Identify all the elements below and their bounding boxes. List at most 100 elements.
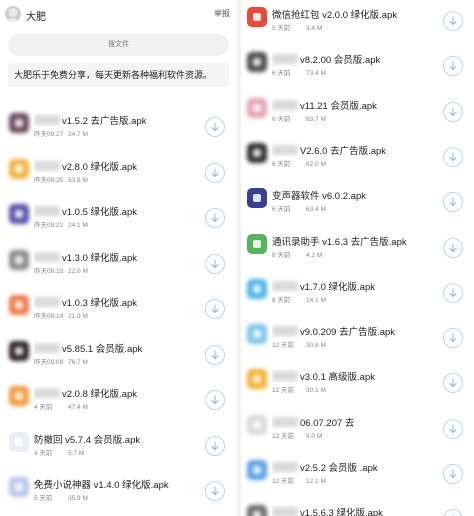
file-row[interactable]: v1.3.0 绿化版.apk 昨天09:15 22.0 M: [0, 244, 237, 284]
file-name[interactable]: v9.0.209 去广告版.apk: [272, 324, 395, 338]
file-name[interactable]: v1.0.3 绿化版.apk: [34, 295, 137, 309]
download-button[interactable]: [443, 509, 463, 516]
file-name-text: v2.5.2 会员版 .apk: [300, 463, 378, 474]
file-row[interactable]: v1.0.5 绿化版.apk 昨天09:22 24.1 M: [0, 198, 237, 238]
file-row[interactable]: 通讯录助手 v1.6.3 去广告版.apk 8 天前 4.2 M: [241, 228, 474, 268]
app-icon: [9, 386, 29, 406]
download-arrow-icon: [449, 424, 457, 433]
file-row[interactable]: v1.0.3 绿化版.apk 昨天09:14 21.9 M: [0, 289, 237, 329]
file-row[interactable]: v2.0.8 绿化版.apk 4 天前 47.4 M: [0, 380, 237, 420]
download-arrow-icon: [211, 486, 219, 496]
upload-time: 6 天前: [272, 206, 291, 214]
file-name-text: v1.5.2 去广告版.apk: [62, 116, 147, 127]
search-input[interactable]: 搜文件: [8, 34, 229, 56]
download-button[interactable]: [205, 253, 225, 274]
file-row[interactable]: v1.5.6.3 绿化版.apk: [241, 499, 474, 516]
file-name-text: v9.0.209 去广告版.apk: [300, 327, 396, 339]
file-row[interactable]: 06.07.207 去 12 天前 9.0 M: [241, 409, 474, 449]
file-row[interactable]: v3.0.1 高级版.apk 12 天前 30.1 M: [241, 363, 474, 403]
file-row[interactable]: v8.2.00 会员版.apk 6 天前 73.4 M: [241, 46, 474, 86]
file-name[interactable]: 变声器软件 v6.0.2.apk: [272, 188, 366, 202]
file-name[interactable]: 微信抢红包 v2.0.0 绿化版.apk: [272, 7, 397, 21]
download-button[interactable]: [443, 237, 463, 258]
download-button[interactable]: [443, 464, 463, 484]
app-icon: [247, 142, 267, 163]
file-row[interactable]: V2.6.0 去广告版.apk 6 天前 62.0 M: [241, 137, 474, 177]
download-arrow-icon: [211, 259, 219, 268]
download-button[interactable]: [205, 299, 225, 319]
download-button[interactable]: [443, 192, 463, 213]
download-button[interactable]: [443, 146, 463, 167]
file-name[interactable]: v3.0.1 高级版.apk: [272, 369, 375, 383]
download-button[interactable]: [205, 435, 225, 456]
file-row[interactable]: 免费小说神器 v1.4.0 绿化版.apk 5 天前 35.9 M: [0, 471, 237, 511]
redacted-name-mask: [34, 160, 60, 171]
app-icon: [9, 477, 29, 497]
upload-time: 5 天前: [34, 495, 53, 502]
download-button[interactable]: [443, 11, 463, 31]
file-meta: 昨天09:27 24.7 M: [34, 128, 88, 138]
download-button[interactable]: [443, 101, 463, 122]
file-row[interactable]: v5.85.1 会员版.apk 昨天09:09 76.7 M: [0, 335, 237, 375]
file-row[interactable]: 防撤回 v5.7.4 会员版.apk 4 天前 5.7 M: [0, 426, 237, 466]
download-button[interactable]: [205, 481, 225, 501]
download-arrow-icon: [449, 61, 457, 71]
file-name[interactable]: v1.5.2 去广告版.apk: [34, 113, 146, 127]
file-name[interactable]: v1.3.0 绿化版.apk: [34, 250, 137, 264]
file-name[interactable]: 通讯录助手 v1.6.3 去广告版.apk: [272, 234, 407, 248]
file-name-text: v11.21 会员版.apk: [300, 100, 377, 112]
file-name-text: 06.07.207 去: [300, 417, 355, 429]
file-meta: 4 天前 47.4 M: [34, 401, 88, 411]
file-name[interactable]: 防撤回 v5.7.4 会员版.apk: [34, 432, 140, 446]
file-name[interactable]: v2.5.2 会员版 .apk: [272, 460, 378, 474]
file-name[interactable]: 06.07.207 去: [272, 415, 354, 429]
upload-time: 6 天前: [272, 115, 291, 123]
file-meta: 12 天前 12.1 M: [272, 475, 326, 485]
download-arrow-icon: [449, 243, 457, 252]
file-row[interactable]: v11.21 会员版.apk 6 天前 83.7 M: [241, 92, 474, 132]
file-row[interactable]: 微信抢红包 v2.0.0 绿化版.apk 5 天前 3.4 M: [241, 1, 474, 41]
download-button[interactable]: [443, 328, 463, 349]
download-button[interactable]: [205, 208, 225, 228]
download-button[interactable]: [443, 373, 463, 394]
file-row[interactable]: v2.5.2 会员版 .apk 12 天前 12.1 M: [241, 454, 474, 494]
file-name-text: v1.3.0 绿化版.apk: [62, 252, 137, 264]
left-panel: 大肥 举报 搜文件 大肥乐于免费分享，每天更新各种福利软件资源。 v1.5.2 …: [0, 0, 237, 516]
file-name[interactable]: v5.85.1 会员版.apk: [34, 341, 142, 355]
file-name[interactable]: v2.8.0 绿化版.apk: [34, 159, 137, 173]
file-size: 30.8 M: [306, 342, 326, 350]
file-name[interactable]: v2.0.8 绿化版.apk: [34, 386, 137, 400]
download-button[interactable]: [205, 117, 225, 137]
file-name[interactable]: v1.5.6.3 绿化版.apk: [272, 505, 383, 516]
download-button[interactable]: [443, 56, 463, 77]
download-button[interactable]: [443, 282, 463, 303]
file-row[interactable]: 变声器软件 v6.0.2.apk 6 天前 63.4 M: [241, 182, 474, 222]
file-name[interactable]: V2.6.0 去广告版.apk: [272, 143, 386, 157]
app-icon: [247, 52, 267, 73]
app-icon: [247, 7, 267, 27]
file-size: 4.2 M: [306, 251, 323, 259]
upload-time: 昨天09:15: [34, 267, 64, 275]
file-name[interactable]: v1.0.5 绿化版.apk: [34, 204, 137, 218]
file-meta: 昨天09:15 22.0 M: [34, 265, 88, 275]
file-row[interactable]: v1.5.2 去广告版.apk 昨天09:27 24.7 M: [0, 107, 237, 147]
download-arrow-icon: [449, 197, 457, 207]
download-button[interactable]: [205, 390, 225, 410]
upload-time: 昨天09:09: [34, 358, 64, 366]
username[interactable]: 大肥: [26, 8, 46, 23]
file-row[interactable]: v1.7.0 绿化版.apk 8 天前 14.1 M: [241, 273, 474, 313]
file-row[interactable]: v9.0.209 去广告版.apk 12 天前 30.8 M: [241, 318, 474, 358]
download-button[interactable]: [205, 162, 225, 183]
file-row[interactable]: v2.8.0 绿化版.apk 昨天09:25 53.8 M: [0, 153, 237, 193]
download-button[interactable]: [205, 344, 225, 365]
file-name[interactable]: v8.2.00 会员版.apk: [272, 52, 380, 66]
user-avatar-icon[interactable]: [5, 6, 21, 22]
report-link[interactable]: 举报: [214, 8, 230, 19]
file-name[interactable]: v11.21 会员版.apk: [272, 98, 377, 112]
file-meta: 12 天前 30.8 M: [272, 339, 326, 349]
file-name[interactable]: v1.7.0 绿化版.apk: [272, 279, 375, 293]
download-button[interactable]: [443, 418, 463, 439]
file-name[interactable]: 免费小说神器 v1.4.0 绿化版.apk: [34, 477, 169, 491]
app-icon: [247, 97, 267, 118]
file-name-text: v8.2.00 会员版.apk: [300, 55, 381, 67]
